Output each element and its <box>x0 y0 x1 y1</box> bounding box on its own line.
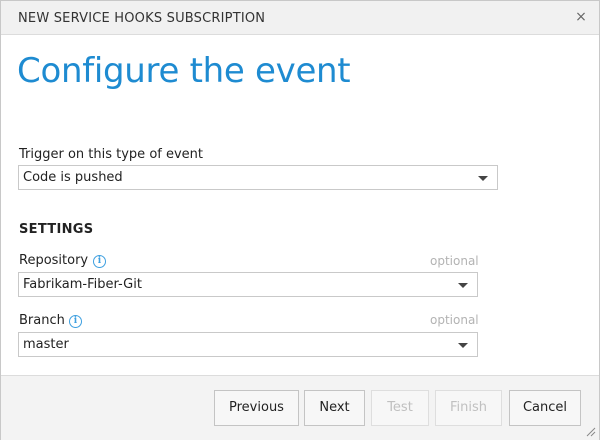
dialog-titlebar: NEW SERVICE HOOKS SUBSCRIPTION × <box>1 1 599 35</box>
chevron-down-icon <box>478 176 488 181</box>
branch-value: master <box>23 337 69 352</box>
repository-optional: optional <box>430 254 479 268</box>
trigger-event-select[interactable]: Code is pushed <box>18 165 498 190</box>
test-button[interactable]: Test <box>371 390 429 426</box>
resize-grip-icon[interactable] <box>586 427 596 437</box>
dialog-footer: Previous Next Test Finish Cancel <box>1 375 599 440</box>
branch-optional: optional <box>430 313 479 327</box>
info-icon[interactable]: i <box>93 255 106 268</box>
chevron-down-icon <box>458 283 468 288</box>
repository-value: Fabrikam-Fiber-Git <box>23 277 142 292</box>
trigger-label: Trigger on this type of event <box>19 147 204 162</box>
trigger-event-value: Code is pushed <box>23 170 123 185</box>
close-icon[interactable]: × <box>574 9 588 25</box>
settings-heading: SETTINGS <box>19 222 94 237</box>
repository-label: Repository <box>19 253 89 268</box>
service-hooks-dialog: NEW SERVICE HOOKS SUBSCRIPTION × Configu… <box>0 0 600 440</box>
branch-label: Branch <box>19 313 65 328</box>
repository-select[interactable]: Fabrikam-Fiber-Git <box>18 272 478 297</box>
page-title: Configure the event <box>17 51 351 91</box>
chevron-down-icon <box>458 343 468 348</box>
info-icon[interactable]: i <box>69 315 82 328</box>
dialog-title: NEW SERVICE HOOKS SUBSCRIPTION <box>18 11 266 26</box>
finish-button[interactable]: Finish <box>435 390 502 426</box>
cancel-button[interactable]: Cancel <box>509 390 581 426</box>
branch-select[interactable]: master <box>18 332 478 357</box>
next-button[interactable]: Next <box>304 390 365 426</box>
previous-button[interactable]: Previous <box>214 390 299 426</box>
